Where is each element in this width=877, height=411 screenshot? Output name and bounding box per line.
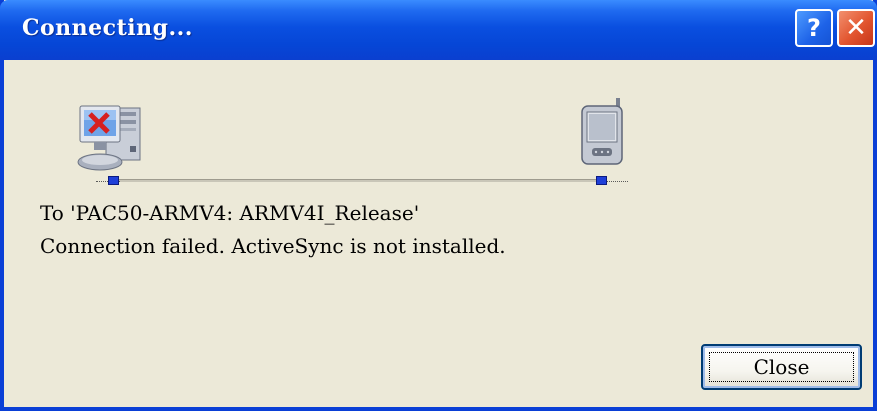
help-button[interactable]: ? [795,9,833,47]
source-node-marker [108,176,119,185]
computer-error-icon [77,105,141,171]
title-bar[interactable]: Connecting... ? ✕ [0,0,877,60]
help-icon: ? [807,14,821,42]
connection-line-right-dots [604,181,628,183]
target-device-text: To 'PAC50-ARMV4: ARMV4I_Release' [40,201,420,225]
window-title: Connecting... [22,15,193,41]
connection-status-message: Connection failed. ActiveSync is not ins… [40,234,506,258]
pda-device-icon [581,98,623,165]
destination-node-marker [596,176,607,185]
close-button[interactable]: Close [701,344,862,390]
connection-line [112,179,604,182]
title-close-button[interactable]: ✕ [837,9,875,47]
connecting-dialog: Connecting... ? ✕ To 'PAC50-ARMV4: ARMV4… [0,0,877,411]
focus-rectangle [709,352,854,382]
close-icon: ✕ [845,13,867,43]
